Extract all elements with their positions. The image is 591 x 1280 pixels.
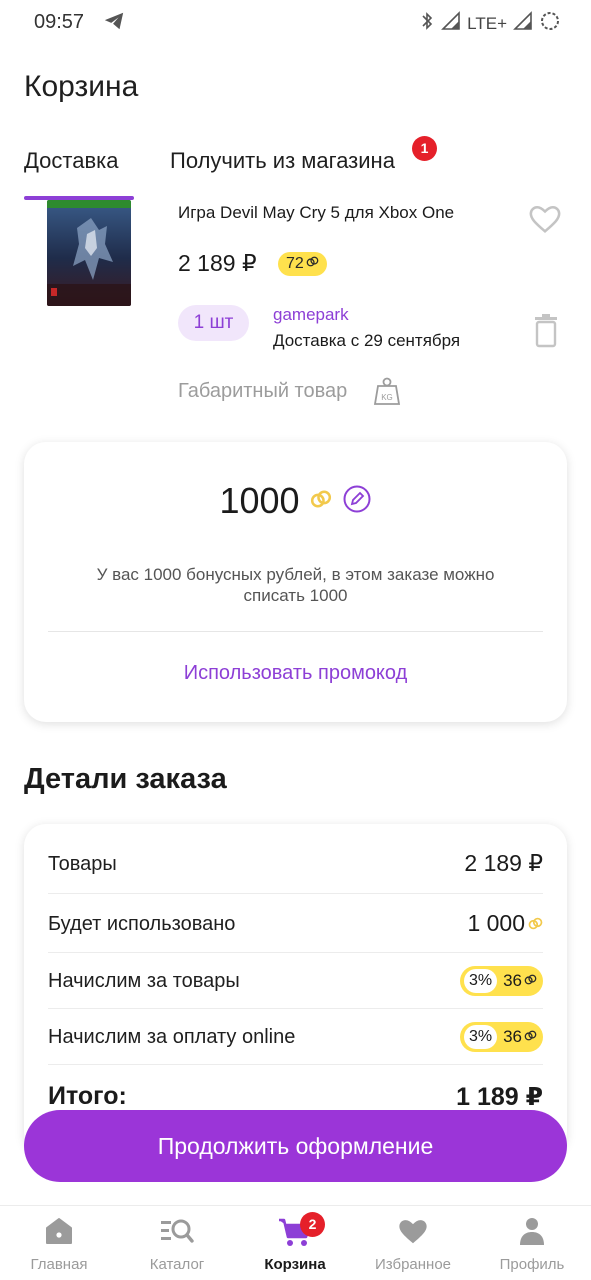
detail-row-goods: Товары 2 189 ₽ xyxy=(48,850,543,906)
nav-home[interactable]: Главная xyxy=(0,1206,118,1280)
bonus-amount: 1000 xyxy=(219,480,300,521)
telegram-icon xyxy=(103,10,125,37)
status-icons: LTE+ xyxy=(419,10,561,37)
page-title: Корзина xyxy=(24,70,139,103)
total-value: 1 189 ₽ xyxy=(456,1083,543,1111)
status-time: 09:57 xyxy=(34,11,85,33)
oversize-label: Габаритный товар xyxy=(178,380,348,402)
bonus-coin-icon xyxy=(524,1027,537,1047)
nav-home-label: Главная xyxy=(30,1256,88,1273)
accrual-online-chip: 3% 36 xyxy=(459,1022,543,1052)
detail-row-used: Будет использовано 1 000 xyxy=(48,910,543,966)
total-label: Итого: xyxy=(48,1082,127,1110)
profile-icon xyxy=(517,1216,547,1251)
used-value-wrap: 1 000 xyxy=(467,910,543,937)
nav-profile[interactable]: Профиль xyxy=(473,1206,591,1280)
product-name[interactable]: Игра Devil May Cry 5 для Xbox One xyxy=(178,203,454,223)
continue-checkout-button[interactable]: Продолжить оформление xyxy=(24,1110,567,1182)
accrual-online-percent: 3% xyxy=(463,1025,498,1049)
quantity-selector[interactable]: 1 шт xyxy=(178,305,249,341)
divider xyxy=(48,952,543,953)
accrual-goods-value: 36 xyxy=(503,971,522,990)
tab-pickup-badge: 1 xyxy=(412,136,437,161)
goods-value: 2 189 ₽ xyxy=(464,850,543,876)
detail-row-accrual-online: Начислим за оплату online 3% 36 xyxy=(48,1022,543,1078)
used-value: 1 000 xyxy=(467,910,525,936)
edit-bonus-button[interactable] xyxy=(342,484,372,519)
signal-icon xyxy=(441,11,461,36)
nav-cart[interactable]: 2 Корзина xyxy=(236,1206,354,1280)
accrual-online-amount: 36 xyxy=(503,1027,537,1047)
nav-favorites-label: Избранное xyxy=(374,1256,452,1273)
bonus-coin-icon xyxy=(528,910,543,937)
signal-icon-2 xyxy=(513,11,533,36)
order-details-title: Детали заказа xyxy=(24,763,227,795)
network-type: LTE+ xyxy=(467,13,507,33)
heart-icon xyxy=(528,205,562,241)
status-bar: 09:57 LTE+ xyxy=(0,0,591,44)
accrual-online-label: Начислим за оплату online xyxy=(48,1026,296,1048)
delete-button[interactable] xyxy=(533,314,559,348)
seller-link[interactable]: gamepark xyxy=(273,305,349,325)
divider xyxy=(48,1064,543,1065)
bonus-coin-icon xyxy=(524,971,537,991)
bonus-coin-icon xyxy=(306,252,319,276)
product-image[interactable] xyxy=(47,200,131,306)
cart-badge: 2 xyxy=(300,1212,325,1237)
heart-icon xyxy=(396,1216,430,1251)
nav-cart-label: Корзина xyxy=(264,1256,326,1273)
svg-text:KG: KG xyxy=(381,393,393,402)
bonus-amount-row: 1000 xyxy=(0,480,591,522)
tab-pickup[interactable]: Получить из магазина xyxy=(170,148,395,174)
favorite-button[interactable] xyxy=(528,203,562,237)
delivery-tabs: Доставка Получить из магазина 1 xyxy=(24,136,584,202)
tab-delivery[interactable]: Доставка xyxy=(24,148,118,174)
bonus-info: У вас 1000 бонусных рублей, в этом заказ… xyxy=(96,565,495,605)
divider xyxy=(48,1008,543,1009)
promo-code-link[interactable]: Использовать промокод xyxy=(24,662,567,685)
product-price: 2 189 ₽ xyxy=(178,250,257,276)
divider xyxy=(48,631,543,632)
detail-row-accrual-goods: Начислим за товары 3% 36 xyxy=(48,966,543,1022)
nav-profile-label: Профиль xyxy=(499,1256,565,1273)
nav-catalog-label: Каталог xyxy=(149,1256,205,1273)
bluetooth-icon xyxy=(419,11,435,36)
used-label: Будет использовано xyxy=(48,913,236,935)
home-icon xyxy=(43,1216,75,1251)
bonus-chip: 72 xyxy=(278,252,327,276)
trash-icon xyxy=(533,314,559,352)
nav-catalog[interactable]: Каталог xyxy=(118,1206,236,1280)
accrual-goods-chip: 3% 36 xyxy=(459,966,543,996)
catalog-search-icon xyxy=(159,1216,195,1251)
weight-icon: KG xyxy=(373,376,401,411)
accrual-goods-label: Начислим за товары xyxy=(48,970,240,992)
bottom-nav: Главная Каталог 2 Корзина Избранное Проф… xyxy=(0,1205,591,1280)
bonus-value: 72 xyxy=(286,255,304,272)
bonus-coin-icon-large xyxy=(310,488,332,515)
accrual-goods-amount: 36 xyxy=(503,971,537,991)
goods-label: Товары xyxy=(48,853,117,875)
accrual-goods-percent: 3% xyxy=(463,969,498,993)
nav-favorites[interactable]: Избранное xyxy=(354,1206,472,1280)
battery-icon xyxy=(539,10,561,37)
divider xyxy=(48,893,543,894)
accrual-online-value: 36 xyxy=(503,1027,522,1046)
delivery-date: Доставка с 29 сентября xyxy=(273,331,461,350)
